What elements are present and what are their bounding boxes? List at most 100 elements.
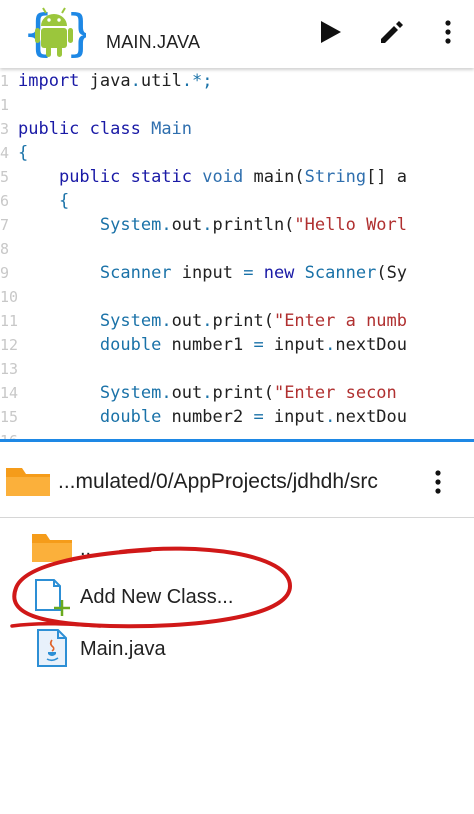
code-line[interactable]: 9 Scanner input = new Scanner(Sy [0, 261, 474, 285]
edit-button[interactable] [372, 12, 412, 52]
code-line[interactable]: 1 [0, 93, 474, 117]
code-text: double number2 = input.nextDou [18, 405, 407, 429]
list-item-label: Add New Class... [80, 586, 234, 608]
line-number: 8 [0, 240, 10, 258]
code-token: "Hello Worl [294, 215, 408, 235]
line-number: 6 [0, 192, 10, 210]
line-number: 15 [0, 408, 19, 426]
code-text: System.out.print("Enter a numb [18, 309, 407, 333]
code-token: System [99, 215, 162, 235]
current-path: ...mulated/0/AppProjects/jdhdh/src [58, 470, 378, 493]
code-token: input [263, 407, 326, 427]
code-line[interactable]: 14 System.out.print("Enter secon [0, 381, 474, 405]
code-token: input [263, 335, 326, 355]
code-token: java [79, 71, 131, 91]
play-icon [321, 21, 341, 43]
code-token: input [171, 263, 244, 283]
code-token: "Enter a numb [273, 311, 408, 331]
line-number: 4 [0, 144, 10, 162]
code-token: [] a [366, 167, 408, 187]
code-line[interactable]: 11 System.out.print("Enter a numb [0, 309, 474, 333]
code-text: Scanner input = new Scanner(Sy [18, 261, 407, 285]
code-text: { [18, 189, 69, 213]
overflow-menu-button[interactable] [428, 12, 468, 52]
line-number: 7 [0, 216, 10, 234]
line-number: 3 [0, 120, 10, 138]
code-token: println( [212, 215, 295, 235]
code-token: public class [18, 119, 141, 139]
code-text: public static void main(String[] a [18, 165, 407, 189]
code-line[interactable]: 15 double number2 = input.nextDou [0, 405, 474, 429]
run-button[interactable] [310, 12, 350, 52]
code-line[interactable]: 10 [0, 285, 474, 309]
code-text: System.out.println("Hello Worl [18, 213, 407, 237]
line-number: 10 [0, 288, 19, 306]
code-token: public static [58, 167, 193, 187]
folder-icon [6, 468, 50, 496]
file-browser-menu-button[interactable] [420, 462, 456, 502]
code-line[interactable]: 12 double number1 = input.nextDou [0, 333, 474, 357]
code-line[interactable]: 8 [0, 237, 474, 261]
list-item-add-new-class[interactable]: Add New Class... [0, 572, 474, 620]
code-line[interactable]: 3 public class Main [0, 117, 474, 141]
code-token: . [202, 215, 213, 235]
more-vertical-icon [445, 20, 451, 44]
folder-icon [32, 534, 72, 562]
code-line[interactable]: 4{ [0, 141, 474, 165]
code-token: . [130, 71, 141, 91]
line-number: 12 [0, 336, 19, 354]
code-token: . [325, 335, 336, 355]
code-line[interactable]: 5 public static void main(String[] a [0, 165, 474, 189]
line-number: 9 [0, 264, 10, 282]
code-line[interactable]: 13 [0, 357, 474, 381]
list-item-parent-folder[interactable]: .. [0, 524, 474, 572]
line-number: 13 [0, 360, 19, 378]
code-token: Scanner [304, 263, 377, 283]
code-text: double number1 = input.nextDou [18, 333, 407, 357]
line-number: 1 [0, 72, 10, 90]
code-token: Main [151, 119, 193, 139]
page-title: MAIN.JAVA [106, 32, 201, 52]
list-item-label: Main.java [80, 638, 166, 660]
list-item-label: .. [80, 538, 92, 560]
pane-divider[interactable] [0, 439, 474, 442]
code-token: . [161, 215, 172, 235]
code-editor[interactable]: 1 import java.util.*; 1 3 public class Main 4… [0, 68, 474, 440]
code-token: double [99, 335, 162, 355]
code-line[interactable]: 7 System.out.println("Hello Worl [0, 213, 474, 237]
code-token: = [243, 263, 254, 283]
list-item-main-java[interactable]: Main.java [0, 624, 474, 672]
code-token: = [253, 335, 264, 355]
code-token: number2 [161, 407, 254, 427]
code-line[interactable]: 1 import java.util.*; [0, 69, 474, 93]
line-number: 11 [0, 312, 19, 330]
code-token: .*; [181, 71, 213, 91]
code-token: String [304, 167, 367, 187]
code-token: void [202, 167, 244, 187]
code-token: out [171, 311, 203, 331]
line-number: 5 [0, 168, 10, 186]
code-token: number1 [161, 335, 254, 355]
code-token: util [140, 71, 182, 91]
code-token: System [99, 311, 162, 331]
code-token: "Enter secon [273, 383, 397, 403]
code-token: . [161, 383, 172, 403]
aide-android-logo-icon[interactable]: { } [22, 4, 86, 62]
code-token: { [18, 143, 29, 163]
app-bar: { } MAIN.JAVA [0, 0, 474, 68]
code-token: Scanner [99, 263, 172, 283]
code-token: { [58, 191, 70, 211]
java-file-icon [37, 629, 67, 667]
more-vertical-icon [435, 470, 441, 494]
code-line[interactable]: 6 { [0, 189, 474, 213]
code-token: . [202, 383, 213, 403]
